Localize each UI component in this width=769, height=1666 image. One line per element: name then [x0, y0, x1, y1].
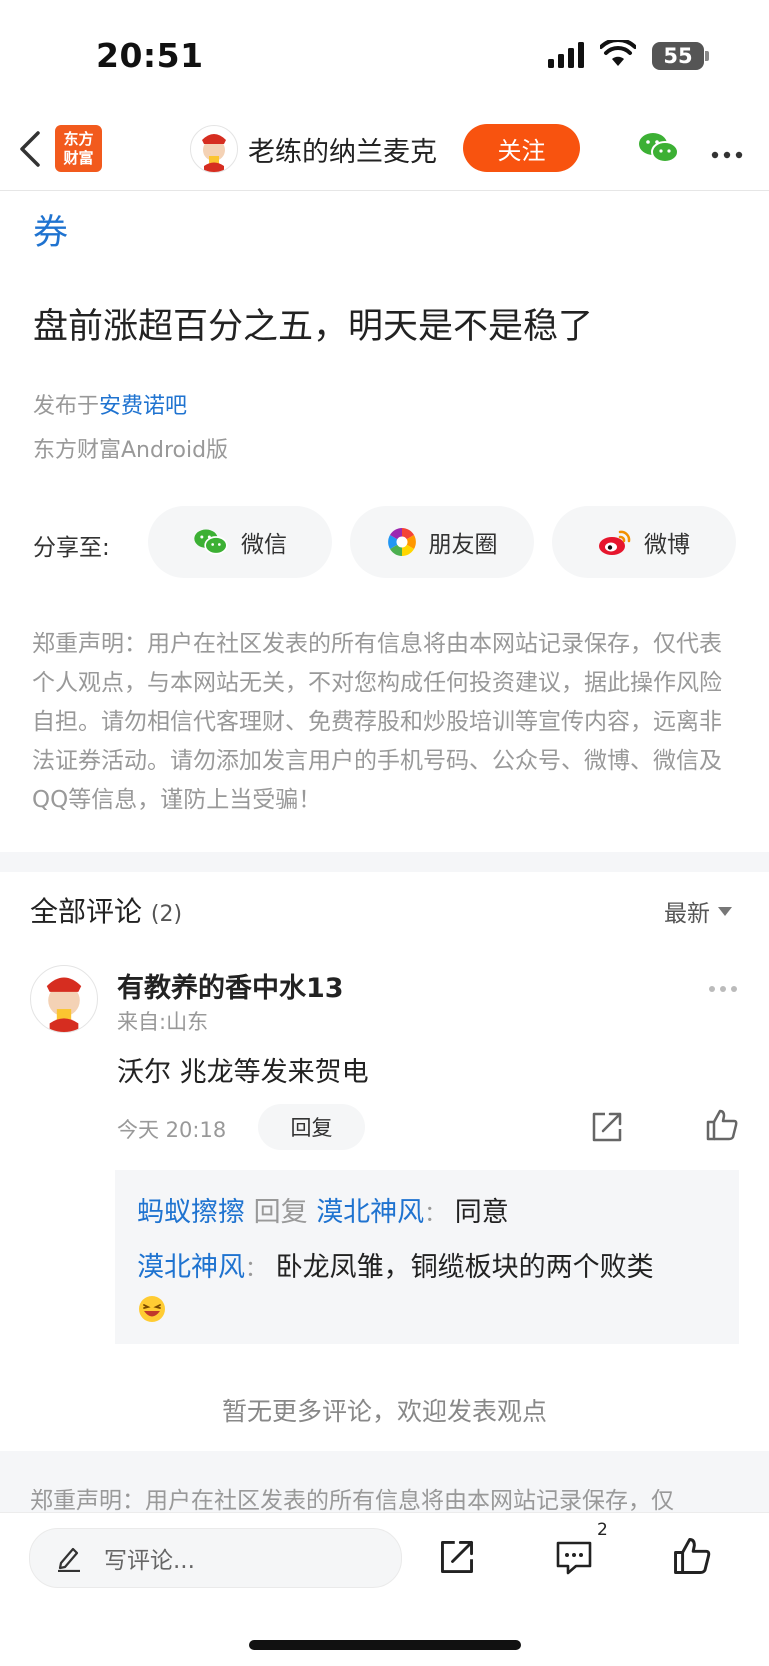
- signal-icon: [548, 42, 586, 72]
- section-gap: [0, 852, 769, 872]
- sort-dropdown[interactable]: 最新: [664, 894, 732, 928]
- comment-like-icon[interactable]: [705, 1108, 739, 1146]
- share-wechat-button[interactable]: 微信: [148, 506, 332, 578]
- app-logo[interactable]: 东方 财富: [55, 125, 102, 172]
- author-avatar[interactable]: [190, 125, 238, 173]
- status-time: 20:51: [96, 36, 204, 75]
- forum-link[interactable]: 安费诺吧: [99, 394, 187, 419]
- comment-icon[interactable]: [554, 1538, 594, 1582]
- comments-count: (2): [150, 902, 183, 927]
- wifi-icon: [599, 37, 637, 72]
- author-name[interactable]: 老练的纳兰麦克: [248, 130, 437, 169]
- comments-title: 全部评论: [30, 895, 143, 928]
- like-icon[interactable]: [672, 1536, 712, 1580]
- share-moments-label: 朋友圈: [428, 532, 498, 558]
- reply-text: 卧龙凤雏，铜缆板块的两个败类: [275, 1252, 654, 1283]
- article-title: 盘前涨超百分之五，明天是不是稳了: [33, 307, 594, 347]
- comments-header: 全部评论 (2): [30, 890, 182, 930]
- share-weibo-label: 微博: [644, 532, 690, 558]
- share-label: 分享至:: [33, 535, 110, 561]
- reply-colon: ：: [245, 1257, 268, 1282]
- comment-more-icon[interactable]: [708, 978, 738, 997]
- share-icon[interactable]: [438, 1538, 476, 1580]
- more-icon[interactable]: [711, 144, 743, 163]
- comment-reply-button[interactable]: 回复: [258, 1104, 365, 1150]
- reply-word: 回复: [253, 1197, 308, 1228]
- reply-button-label: 回复: [290, 1116, 333, 1140]
- published-prefix: 发布于: [33, 394, 100, 419]
- back-icon[interactable]: [18, 130, 42, 172]
- no-more-comments: 暂无更多评论，欢迎发表观点: [221, 1397, 547, 1426]
- commenter-location: 来自:山东: [117, 1010, 209, 1034]
- commenter-avatar[interactable]: [30, 965, 98, 1033]
- comment-count-badge: 2: [597, 1520, 608, 1540]
- battery-icon: 55: [652, 42, 704, 70]
- reply-from-user[interactable]: 漠北神风: [137, 1252, 245, 1283]
- header-divider: [0, 190, 769, 191]
- pencil-icon: [58, 1547, 80, 1572]
- reply-text: 同意: [454, 1197, 509, 1228]
- share-moments-button[interactable]: 朋友圈: [350, 506, 534, 578]
- weibo-icon: [599, 530, 631, 555]
- sort-label: 最新: [664, 901, 710, 927]
- article-partial-text: 券: [33, 213, 69, 253]
- battery-tip: [705, 51, 709, 61]
- share-wechat-label: 微信: [241, 532, 287, 558]
- comment-input-placeholder: 写评论...: [104, 1548, 195, 1574]
- disclaimer-text: 郑重声明：用户在社区发表的所有信息将由本网站记录保存，仅代表个人观点，与本网站无…: [32, 631, 722, 813]
- published-line: 发布于安费诺吧: [33, 388, 187, 420]
- home-indicator: [249, 1640, 521, 1650]
- comment-text: 沃尔 兆龙等发来贺电: [117, 1057, 369, 1088]
- laughing-emoji-icon: [138, 1295, 166, 1327]
- wechat-share-icon[interactable]: [638, 130, 680, 170]
- reply-from-user[interactable]: 蚂蚁擦擦: [137, 1197, 245, 1228]
- share-weibo-button[interactable]: 微博: [552, 506, 736, 578]
- follow-button[interactable]: 关注: [463, 124, 580, 172]
- moments-icon: [387, 528, 416, 556]
- caret-down-icon: [718, 906, 732, 916]
- client-info: 东方财富Android版: [33, 438, 229, 463]
- reply-line-2: 漠北神风： 卧龙凤雏，铜缆板块的两个败类: [137, 1245, 654, 1284]
- disclaimer-repeat-text: 郑重声明：用户在社区发表的所有信息将由本网站记录保存，仅: [30, 1488, 674, 1512]
- comment-share-icon[interactable]: [590, 1110, 624, 1148]
- wechat-icon: [194, 529, 228, 555]
- disclaimer-repeat: 郑重声明：用户在社区发表的所有信息将由本网站记录保存，仅: [0, 1451, 769, 1512]
- logo-text-2: 财富: [63, 148, 94, 167]
- reply-line-1: 蚂蚁擦擦 回复 漠北神风： 同意: [137, 1190, 509, 1229]
- reply-colon: ：: [424, 1202, 447, 1227]
- comment-input[interactable]: 写评论...: [29, 1528, 402, 1588]
- comment-time: 今天 20:18: [117, 1118, 227, 1142]
- logo-text-1: 东方: [63, 129, 94, 148]
- reply-to-user[interactable]: 漠北神风: [316, 1197, 424, 1228]
- commenter-name[interactable]: 有教养的香中水13: [117, 966, 344, 1005]
